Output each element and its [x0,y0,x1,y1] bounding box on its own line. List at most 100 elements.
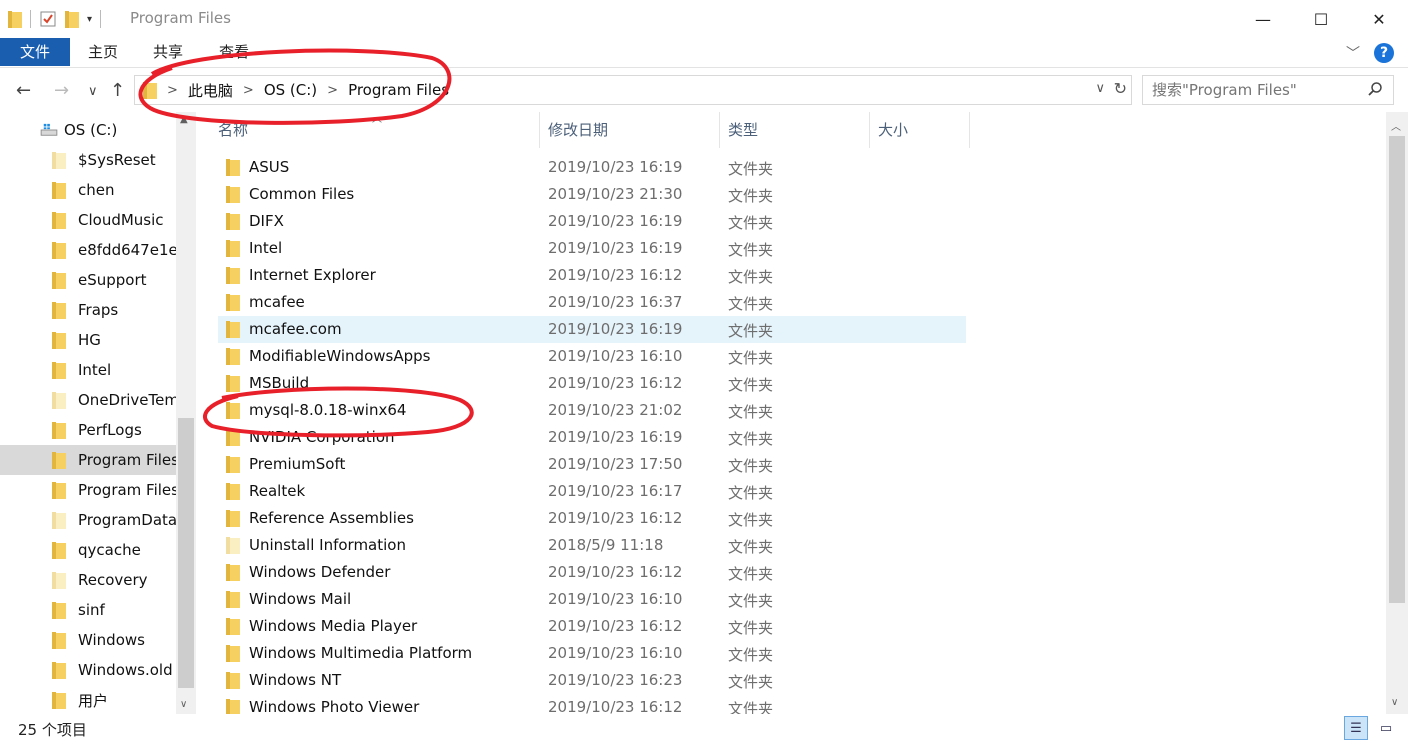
folder-icon [226,618,240,635]
chevron-right-icon[interactable]: > [243,83,254,98]
sidebar-item-folder[interactable]: Windows [0,625,176,655]
sidebar-item-folder[interactable]: OneDriveTem [0,385,176,415]
sidebar-item-label: qycache [78,541,141,559]
file-type: 文件夹 [728,619,774,637]
table-row[interactable]: ModifiableWindowsApps 2019/10/23 16:10 文件夹 [218,343,966,370]
table-row[interactable]: Windows NT 2019/10/23 16:23 文件夹 [218,667,966,694]
file-name: mcafee [249,293,305,311]
search-input[interactable] [1152,81,1357,99]
minimize-button[interactable]: — [1234,0,1292,38]
back-button[interactable]: ← [16,80,31,101]
sidebar-item-label: CloudMusic [78,211,164,229]
table-row[interactable]: Windows Media Player 2019/10/23 16:12 文件夹 [218,613,966,640]
tab-view[interactable]: 查看 [211,38,257,66]
forward-button[interactable]: → [54,80,69,101]
column-header-type[interactable]: 类型 [720,112,870,148]
column-header-size[interactable]: 大小 [870,112,970,148]
table-row[interactable]: MSBuild 2019/10/23 16:12 文件夹 [218,370,966,397]
search-box[interactable] [1142,75,1394,105]
scroll-down-icon[interactable]: ∨ [1391,697,1398,708]
scroll-up-icon[interactable]: ︿ [1391,118,1401,133]
table-row[interactable]: ASUS 2019/10/23 16:19 文件夹 [218,154,966,181]
tab-home[interactable]: 主页 [80,38,126,66]
file-name: NVIDIA Corporation [249,428,395,446]
sidebar-item-folder[interactable]: Program Files [0,445,176,475]
scrollbar-thumb[interactable] [178,418,194,688]
close-button[interactable]: ✕ [1350,0,1408,38]
sidebar-item-folder[interactable]: eSupport [0,265,176,295]
chevron-right-icon[interactable]: > [327,83,338,98]
table-row[interactable]: Internet Explorer 2019/10/23 16:12 文件夹 [218,262,966,289]
up-button[interactable]: ↑ [110,80,125,101]
address-dropdown-icon[interactable]: ∨ [1095,81,1105,96]
file-type: 文件夹 [728,646,774,664]
address-bar[interactable]: > 此电脑 > OS (C:) > Program Files ∨ ↻ [134,75,1132,105]
sidebar-item-folder[interactable]: PerfLogs [0,415,176,445]
file-type: 文件夹 [728,160,774,178]
scroll-down-icon[interactable]: ∨ [180,699,187,710]
folder-icon [52,331,66,349]
search-icon[interactable] [1367,81,1383,97]
new-folder-icon[interactable] [65,10,79,28]
sidebar-item-folder[interactable]: Recovery [0,565,176,595]
sidebar-item-folder[interactable]: $SysReset [0,145,176,175]
table-row[interactable]: mcafee 2019/10/23 16:37 文件夹 [218,289,966,316]
table-row[interactable]: mcafee.com 2019/10/23 16:19 文件夹 [218,316,966,343]
scrollbar-thumb[interactable] [1389,136,1405,603]
sidebar-item-folder[interactable]: ProgramData [0,505,176,535]
chevron-right-icon[interactable]: > [167,83,178,98]
breadcrumb-drive[interactable]: OS (C:) [264,81,317,99]
table-row[interactable]: Realtek 2019/10/23 16:17 文件夹 [218,478,966,505]
table-row[interactable]: Windows Multimedia Platform 2019/10/23 16… [218,640,966,667]
column-header-date[interactable]: 修改日期 [540,112,720,148]
sidebar-item-folder[interactable]: chen [0,175,176,205]
folder-icon [52,301,66,319]
sidebar-item-folder[interactable]: HG [0,325,176,355]
breadcrumb-this-pc[interactable]: 此电脑 [188,80,233,101]
refresh-icon[interactable]: ↻ [1114,79,1127,98]
sidebar-scrollbar[interactable]: ▲ ∨ [176,112,196,714]
sidebar-item-folder[interactable]: sinf [0,595,176,625]
file-type: 文件夹 [728,241,774,259]
recent-locations-button[interactable]: ∨ [88,84,98,99]
table-row[interactable]: Common Files 2019/10/23 21:30 文件夹 [218,181,966,208]
tab-share[interactable]: 共享 [145,38,191,66]
file-name: mcafee.com [249,320,342,338]
help-icon[interactable]: ? [1374,43,1394,63]
navigation-bar: ← → ∨ ↑ > 此电脑 > OS (C:) > Program Files … [0,70,1408,112]
sidebar-item-folder[interactable]: Program Files [0,475,176,505]
table-row[interactable]: Intel 2019/10/23 16:19 文件夹 [218,235,966,262]
maximize-button[interactable]: ☐ [1292,0,1350,38]
table-row[interactable]: PremiumSoft 2019/10/23 17:50 文件夹 [218,451,966,478]
table-row[interactable]: DIFX 2019/10/23 16:19 文件夹 [218,208,966,235]
scroll-up-icon[interactable]: ▲ [180,114,188,125]
table-row[interactable]: Reference Assemblies 2019/10/23 16:12 文件夹 [218,505,966,532]
table-row[interactable]: mysql-8.0.18-winx64 2019/10/23 21:02 文件夹 [218,397,966,424]
large-icons-view-icon[interactable]: ▭ [1374,716,1398,740]
file-name: Windows Defender [249,563,391,581]
file-date: 2019/10/23 16:10 [548,590,683,608]
breadcrumb-program-files[interactable]: Program Files [348,81,449,99]
properties-icon[interactable] [39,10,57,28]
table-row[interactable]: Uninstall Information 2018/5/9 11:18 文件夹 [218,532,966,559]
tab-file[interactable]: 文件 [0,38,70,66]
expand-ribbon-icon[interactable]: ﹀ [1346,43,1360,63]
sidebar-item-folder[interactable]: Windows.old [0,655,176,685]
sidebar-item-folder[interactable]: qycache [0,535,176,565]
table-row[interactable]: Windows Photo Viewer 2019/10/23 16:12 文件夹 [218,694,966,714]
sidebar-item-folder[interactable]: Fraps [0,295,176,325]
sidebar-item-drive[interactable]: OS (C:) [0,115,176,145]
file-list-scrollbar[interactable]: ︿ ∨ [1386,112,1408,714]
customize-toolbar-icon[interactable]: ▾ [87,14,92,25]
file-type: 文件夹 [728,349,774,367]
sidebar-item-folder[interactable]: CloudMusic [0,205,176,235]
file-name: MSBuild [249,374,310,392]
details-view-icon[interactable]: ☰ [1344,716,1368,740]
sidebar-item-folder[interactable]: e8fdd647e1e [0,235,176,265]
table-row[interactable]: Windows Mail 2019/10/23 16:10 文件夹 [218,586,966,613]
table-row[interactable]: NVIDIA Corporation 2019/10/23 16:19 文件夹 [218,424,966,451]
folder-icon [226,186,240,203]
table-row[interactable]: Windows Defender 2019/10/23 16:12 文件夹 [218,559,966,586]
sidebar-item-folder[interactable]: Intel [0,355,176,385]
sidebar-item-folder[interactable]: 用户 [0,685,176,714]
